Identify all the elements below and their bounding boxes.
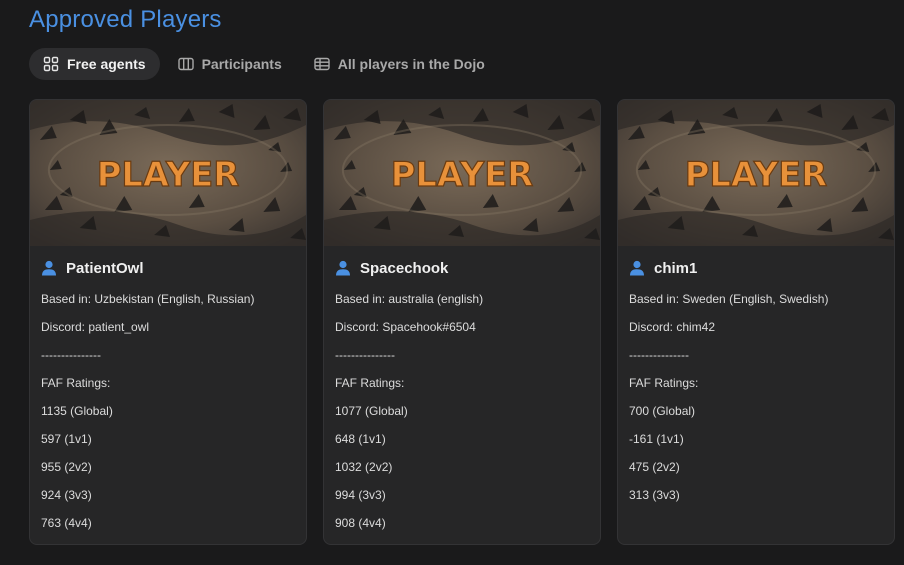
- tab-label: Free agents: [67, 56, 146, 72]
- player-banner-image: PLAYER: [324, 100, 600, 246]
- rating-1v1: 648 (1v1): [335, 432, 386, 446]
- rating-1v1: -161 (1v1): [629, 432, 684, 446]
- user-icon: [630, 260, 644, 276]
- player-banner-image: PLAYER: [30, 100, 306, 246]
- user-icon: [336, 260, 350, 276]
- ratings-label: FAF Ratings:: [629, 376, 699, 390]
- tab-free-agents[interactable]: Free agents: [29, 48, 160, 80]
- user-icon: [42, 260, 56, 276]
- based-in-text: Based in: Uzbekistan (English, Russian): [41, 292, 255, 306]
- player-banner-image: PLAYER: [618, 100, 894, 246]
- rating-1v1: 597 (1v1): [41, 432, 92, 446]
- player-card[interactable]: PLAYER Spacechook Based in: australia (e…: [323, 99, 601, 545]
- ratings-label: FAF Ratings:: [41, 376, 111, 390]
- svg-text:PLAYER: PLAYER: [391, 155, 534, 194]
- based-in-text: Based in: australia (english): [335, 292, 484, 306]
- ratings-label: FAF Ratings:: [335, 376, 405, 390]
- columns-icon: [177, 57, 194, 71]
- svg-text:PLAYER: PLAYER: [685, 155, 828, 194]
- rating-3v3: 994 (3v3): [335, 488, 386, 502]
- tab-label: All players in the Dojo: [337, 56, 485, 72]
- player-card[interactable]: PLAYER PatientOwl Based in: Uzbekistan (…: [29, 99, 307, 545]
- rating-3v3: 313 (3v3): [629, 488, 680, 502]
- tab-all-players[interactable]: All players in the Dojo: [300, 48, 499, 80]
- player-name: PatientOwl: [66, 259, 144, 277]
- discord-text: Discord: Spacehook#6504: [335, 320, 476, 334]
- player-name: Spacechook: [360, 259, 449, 277]
- player-card[interactable]: PLAYER chim1 Based in: Sweden (English, …: [617, 99, 895, 545]
- discord-text: Discord: patient_owl: [41, 320, 150, 334]
- rating-global: 1135 (Global): [41, 404, 113, 418]
- rating-2v2: 475 (2v2): [629, 460, 680, 474]
- player-name: chim1: [654, 259, 698, 277]
- rating-2v2: 955 (2v2): [41, 460, 92, 474]
- grid-icon: [43, 56, 59, 72]
- separator-text: ---------------: [335, 348, 395, 362]
- tab-label: Participants: [201, 56, 282, 72]
- discord-text: Discord: chim42: [629, 320, 716, 334]
- separator-text: ---------------: [629, 348, 689, 362]
- rating-global: 700 (Global): [629, 404, 696, 418]
- rating-4v4: 763 (4v4): [41, 516, 92, 530]
- page-title: Approved Players: [29, 6, 222, 33]
- table-icon: [314, 57, 330, 71]
- tab-participants[interactable]: Participants: [164, 48, 296, 80]
- separator-text: ---------------: [41, 348, 101, 362]
- svg-text:PLAYER: PLAYER: [97, 155, 240, 194]
- rating-4v4: 908 (4v4): [335, 516, 386, 530]
- rating-3v3: 924 (3v3): [41, 488, 92, 502]
- tab-bar: Free agents Participants All players in …: [29, 48, 503, 80]
- rating-global: 1077 (Global): [335, 404, 408, 418]
- based-in-text: Based in: Sweden (English, Swedish): [629, 292, 829, 306]
- rating-2v2: 1032 (2v2): [335, 460, 393, 474]
